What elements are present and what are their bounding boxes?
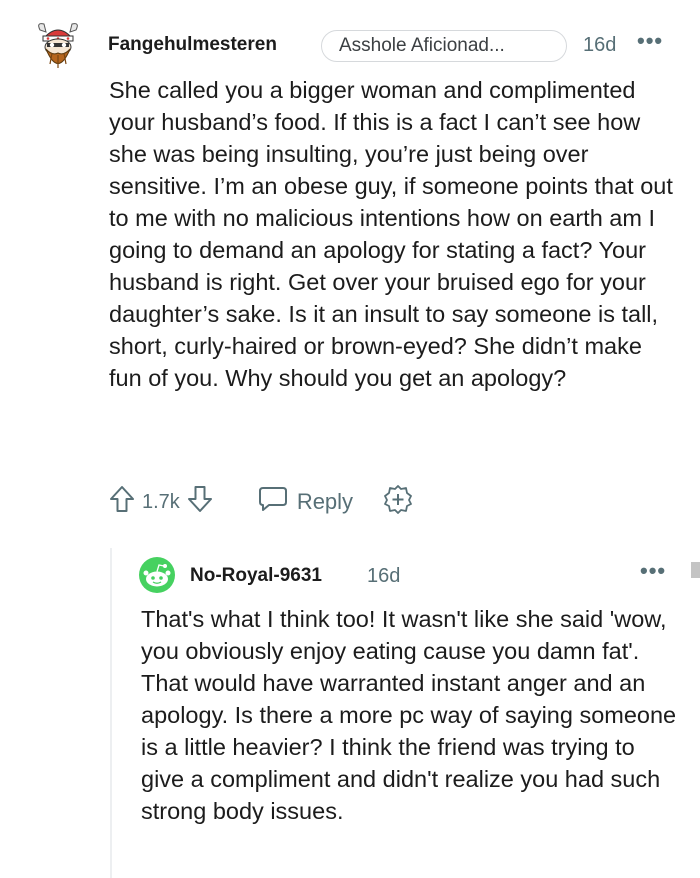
speech-bubble-icon <box>258 485 288 519</box>
user-flair: Asshole Aficionad... <box>321 30 567 62</box>
viking-snoo-avatar-icon[interactable] <box>34 20 82 76</box>
award-plus-icon <box>383 484 413 520</box>
thread-line[interactable] <box>110 548 112 878</box>
award-button[interactable] <box>383 484 413 520</box>
downvote-arrow-icon[interactable] <box>186 484 214 520</box>
reply-timestamp: 16d <box>367 565 401 587</box>
comment-author[interactable]: Fangehulmesteren <box>108 34 277 56</box>
reply-button[interactable]: Reply <box>258 485 353 519</box>
comment-body: She called you a bigger woman and compli… <box>109 77 673 391</box>
reply-label: Reply <box>296 489 354 514</box>
reply-author[interactable]: No-Royal-9631 <box>190 565 322 587</box>
comment-timestamp: 16d <box>583 34 617 56</box>
reply-body: That's what I think too! It wasn't like … <box>141 606 677 824</box>
vote-count: 1.7k <box>142 490 180 513</box>
green-snoo-avatar-icon[interactable] <box>138 556 176 594</box>
upvote-arrow-icon[interactable] <box>108 484 136 520</box>
reply-more-options-button[interactable]: ••• <box>640 558 666 584</box>
vote-group: 1.7k <box>108 484 214 520</box>
scrollbar-thumb[interactable] <box>691 562 700 578</box>
more-options-button[interactable]: ••• <box>637 28 663 54</box>
comment-actions: 1.7k Reply <box>108 484 413 520</box>
